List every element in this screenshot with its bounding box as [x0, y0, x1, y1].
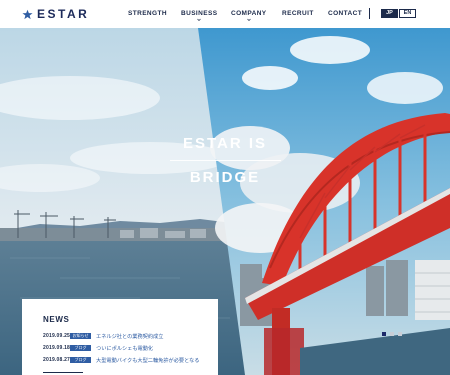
chevron-down-icon [197, 18, 201, 21]
nav-item-company[interactable]: COMPANY [231, 10, 267, 21]
site-header: ESTAR STRENGTH BUSINESS COMPANY RECRUIT … [0, 0, 450, 28]
news-tag: ブログ [70, 345, 91, 351]
chevron-down-icon [247, 18, 251, 21]
news-heading: NEWS [43, 315, 70, 324]
hero-title-line2: BRIDGE [189, 169, 261, 186]
news-date: 2019.09.25 [43, 333, 71, 339]
news-headline: 大型電動バイクも大型二輪免許が必要となる [96, 357, 200, 364]
news-tag: お知らせ [70, 333, 91, 339]
slider-dot-3[interactable] [398, 332, 402, 336]
nav-item-contact[interactable]: CONTACT [328, 10, 362, 17]
nav-item-recruit[interactable]: RECRUIT [282, 10, 314, 17]
news-headline: ついにポルシェも電動化 [96, 345, 154, 352]
slider-dot-2[interactable] [390, 332, 394, 336]
news-headline: エネルジ社との業務契約成立 [96, 333, 164, 340]
slider-dot-1[interactable] [382, 332, 386, 336]
nav-divider [369, 8, 370, 19]
news-item[interactable]: 2019.09.25 お知らせ エネルジ社との業務契約成立 [43, 332, 163, 340]
lang-en-button[interactable]: EN [399, 9, 416, 18]
news-panel: NEWS 2019.09.25 お知らせ エネルジ社との業務契約成立 2019.… [22, 299, 218, 375]
news-date: 2019.09.18 [43, 345, 71, 351]
hero-divider [170, 160, 281, 161]
news-item[interactable]: 2019.09.18 ブログ ついにポルシェも電動化 [43, 344, 153, 352]
news-date: 2019.08.27 [43, 357, 71, 363]
nav-item-strength[interactable]: STRENGTH [128, 10, 167, 17]
lang-jp-button[interactable]: JP [381, 9, 398, 18]
news-item[interactable]: 2019.08.27 ブログ 大型電動バイクも大型二輪免許が必要となる [43, 356, 200, 364]
hero-title-line1: ESTAR IS [182, 135, 268, 152]
nav-item-business[interactable]: BUSINESS [181, 10, 217, 21]
news-tag: ブログ [70, 357, 91, 363]
slider-pagination [382, 332, 402, 336]
